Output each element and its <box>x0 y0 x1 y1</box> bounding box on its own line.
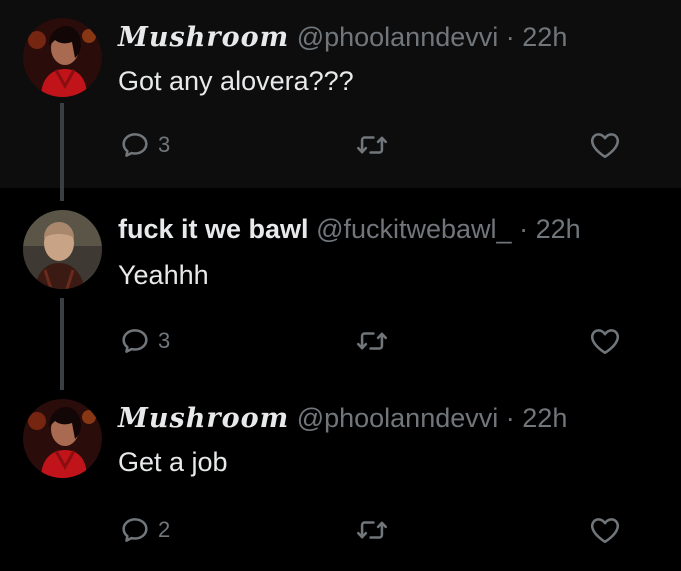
timestamp[interactable]: 22h <box>536 214 581 244</box>
display-name[interactable]: fuck it we bawl <box>118 214 309 244</box>
heart-icon <box>588 324 622 358</box>
retweet-button[interactable] <box>355 513 389 547</box>
reply-button[interactable]: 2 <box>118 513 170 547</box>
display-name[interactable]: Mushroom <box>118 403 289 434</box>
reply-button[interactable]: 3 <box>118 128 170 162</box>
reply-count: 3 <box>158 132 171 157</box>
reply-count: 2 <box>158 517 171 542</box>
retweet-icon <box>355 128 389 162</box>
timestamp[interactable]: 22h <box>522 22 567 52</box>
user-handle[interactable]: @fuckitwebawl_ <box>316 214 512 244</box>
avatar[interactable] <box>23 210 102 289</box>
user-handle[interactable]: @phoolanndevvi <box>297 403 499 433</box>
like-button[interactable] <box>588 513 622 547</box>
heart-icon <box>588 128 622 162</box>
thread-line <box>60 103 64 201</box>
reply-button[interactable]: 3 <box>118 324 170 358</box>
tweet-actions: 2 <box>118 513 638 549</box>
tweet-header: Mushroom @phoolanndevvi · 22h <box>118 20 567 55</box>
tweet-text: Got any alovera??? <box>118 66 354 96</box>
tweet-text: Yeahhh <box>118 260 209 290</box>
tweet-header: fuck it we bawl @fuckitwebawl_ · 22h <box>118 212 581 246</box>
avatar[interactable] <box>23 399 102 478</box>
reply-count: 3 <box>158 328 171 353</box>
retweet-icon <box>355 513 389 547</box>
tweet-actions: 3 <box>118 324 638 360</box>
reply-icon <box>118 513 152 547</box>
thread-line <box>60 298 64 390</box>
tweet[interactable]: Mushroom @phoolanndevvi · 22h Got any al… <box>0 0 681 188</box>
tweet-header: Mushroom @phoolanndevvi · 22h <box>118 401 567 436</box>
reply-icon <box>118 324 152 358</box>
retweet-icon <box>355 324 389 358</box>
like-button[interactable] <box>588 324 622 358</box>
timestamp[interactable]: 22h <box>522 403 567 433</box>
separator-dot: · <box>519 214 529 244</box>
tweet[interactable]: fuck it we bawl @fuckitwebawl_ · 22h Yea… <box>0 188 681 381</box>
separator-dot: · <box>505 403 515 433</box>
reply-icon <box>118 128 152 162</box>
like-button[interactable] <box>588 128 622 162</box>
tweet-actions: 3 <box>118 128 638 164</box>
user-handle[interactable]: @phoolanndevvi <box>297 22 499 52</box>
retweet-button[interactable] <box>355 324 389 358</box>
retweet-button[interactable] <box>355 128 389 162</box>
separator-dot: · <box>505 22 515 52</box>
tweet-text: Get a job <box>118 447 228 477</box>
tweet[interactable]: Mushroom @phoolanndevvi · 22h Get a job … <box>0 381 681 571</box>
heart-icon <box>588 513 622 547</box>
avatar[interactable] <box>23 18 102 97</box>
display-name[interactable]: Mushroom <box>118 22 289 53</box>
